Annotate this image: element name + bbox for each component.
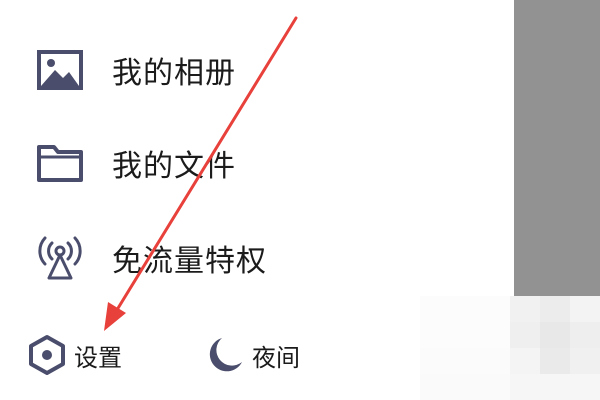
settings-label: 设置 (74, 343, 122, 372)
night-mode-button[interactable]: 夜间 (204, 330, 300, 380)
dim-overlay[interactable] (514, 0, 600, 296)
screen: 我的相册 我的文件 免流量特权 设置 夜间 (0, 0, 600, 400)
night-label: 夜间 (252, 343, 300, 372)
broadcast-tower-icon (36, 234, 84, 282)
menu-item-files[interactable]: 我的文件 (0, 133, 420, 193)
settings-hexagon-icon (26, 334, 68, 376)
menu-item-label: 我的文件 (112, 149, 236, 184)
moon-icon (204, 334, 246, 376)
menu-item-album[interactable]: 我的相册 (0, 40, 420, 100)
pixelated-region (420, 296, 600, 400)
image-icon (36, 46, 84, 94)
menu-item-label: 免流量特权 (112, 244, 267, 279)
settings-button[interactable]: 设置 (26, 330, 122, 380)
menu-item-label: 我的相册 (112, 56, 236, 91)
menu-item-free-data[interactable]: 免流量特权 (0, 228, 420, 288)
folder-icon (36, 139, 84, 187)
